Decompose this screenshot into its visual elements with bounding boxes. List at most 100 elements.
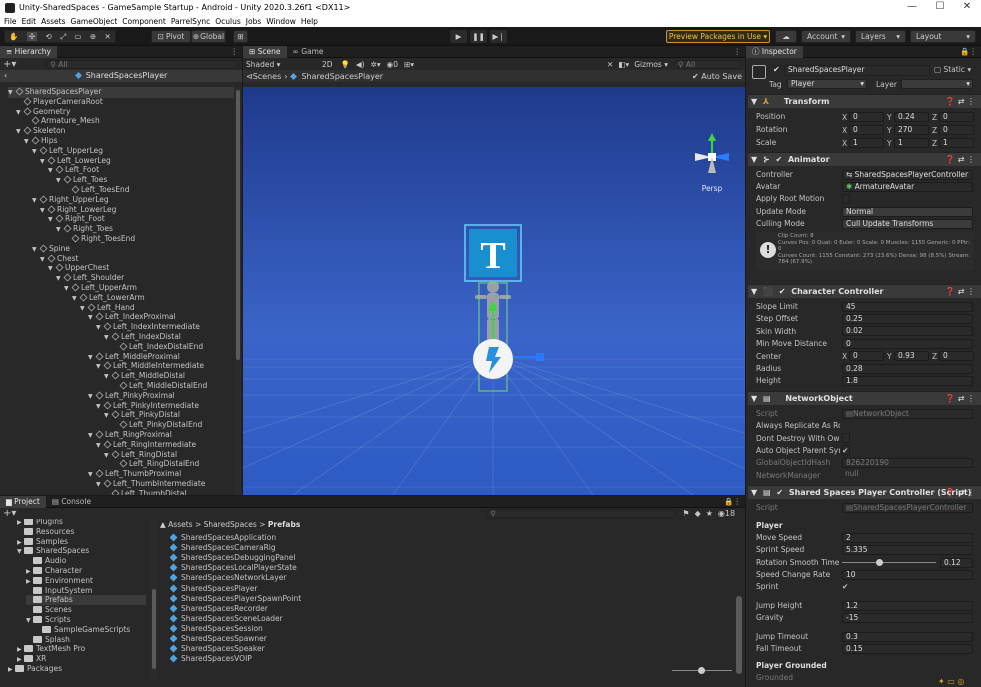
project-tree-scrollbar[interactable] (151, 519, 157, 679)
foldout-arrow-icon[interactable]: ▶ (8, 665, 15, 675)
animator-avatar-field[interactable]: ✱ ArmatureAvatar (842, 181, 973, 192)
foldout-arrow-icon[interactable]: ▼ (104, 451, 112, 461)
scene-viewport[interactable]: T Persp (243, 87, 745, 495)
favorite-icon[interactable]: ★ (706, 509, 713, 518)
hierarchy-item[interactable]: Armature_Mesh (24, 116, 100, 126)
persp-label[interactable]: Persp (702, 184, 723, 193)
sspc-move-speed-field[interactable]: 2 (842, 532, 973, 543)
breadcrumb-segment[interactable]: Prefabs (268, 520, 300, 529)
foldout-arrow-icon[interactable]: ▼ (104, 411, 112, 421)
prefab-asset-item[interactable]: SharedSpacesPlayer (170, 584, 258, 594)
hidden-packages-icon[interactable]: ◉18 (718, 509, 735, 518)
hand-tool-icon[interactable]: ✋ (9, 32, 18, 41)
filter-by-type-icon[interactable]: ⚑ (682, 509, 689, 518)
icon-size-slider-thumb[interactable] (698, 667, 705, 674)
add-icon[interactable]: +▾ (3, 508, 16, 519)
layer-dropdown[interactable]: ▾ (901, 79, 973, 89)
rect-tool-icon[interactable]: ▭ (74, 32, 81, 41)
foldout-arrow-icon[interactable]: ▼ (88, 353, 96, 363)
foldout-arrow-icon[interactable]: ▼ (40, 255, 48, 265)
transform-component-header[interactable]: ▼ ⅄ Transform ❓ ⇄ ⋮ (748, 94, 981, 108)
move-gizmo-z-arrow[interactable] (536, 353, 544, 361)
project-folder-item[interactable]: InputSystem (26, 586, 92, 596)
foldout-arrow-icon[interactable]: ▼ (96, 441, 104, 451)
sspc-gravity-field[interactable]: -15 (842, 612, 973, 623)
network-manager-field[interactable]: null (842, 470, 973, 480)
foldout-arrow-icon[interactable]: ▼ (16, 127, 24, 137)
foldout-arrow-icon[interactable]: ▼ (88, 313, 96, 323)
hierarchy-item[interactable]: Left_MiddleDistalEnd (112, 381, 207, 391)
filter-by-label-icon[interactable]: ◆ (695, 509, 701, 518)
cc-center-x-field[interactable]: 0 (849, 351, 884, 362)
project-folder-item[interactable]: SampleGameScripts (35, 625, 130, 635)
sprint-checkbox[interactable]: ✔ (842, 581, 848, 592)
menu-item-parrelsync[interactable]: ParrelSync (171, 17, 210, 26)
network-object-header[interactable]: ▼ ▤ NetworkObject ❓ ⇄ ⋮ (748, 391, 981, 405)
update-mode-dropdown[interactable]: Normal (842, 206, 973, 217)
panel-menu-icon[interactable]: ⋮ (734, 47, 742, 56)
preview-packages-button[interactable]: Preview Packages in Use ▾ (666, 30, 770, 43)
foldout-arrow-icon[interactable]: ▼ (48, 166, 56, 176)
sspc-jump-height-field[interactable]: 1.2 (842, 600, 973, 611)
always-replicate-checkbox[interactable] (842, 433, 850, 443)
breadcrumb-collapse-icon[interactable]: ▲ (160, 520, 168, 529)
effects-icon[interactable]: ✲▾ (371, 60, 381, 69)
menu-item-jobs[interactable]: Jobs (246, 17, 261, 26)
auto-parent-check-icon[interactable]: ✔ (842, 445, 848, 456)
menu-item-window[interactable]: Window (266, 17, 296, 26)
rotate-tool-icon[interactable]: ⟲ (45, 32, 51, 41)
scrollbar-thumb[interactable] (152, 589, 156, 669)
component-menu-icons[interactable]: ❓ ⇄ ⋮ (945, 392, 975, 405)
menu-item-assets[interactable]: Assets (41, 17, 65, 26)
move-tool-icon[interactable]: ✣ (26, 32, 38, 41)
component-menu-icons[interactable]: ❓ ⇄ ⋮ (945, 95, 975, 108)
minimize-icon[interactable]: — (898, 0, 926, 14)
shading-dropdown[interactable]: Shaded ▾ (246, 60, 316, 69)
hierarchy-item[interactable]: Left_PinkyDistalEnd (112, 420, 202, 430)
project-folder-item[interactable]: Scenes (26, 605, 72, 615)
object-name-input[interactable]: SharedSpacesPlayer (784, 65, 930, 76)
scene-search-input[interactable]: ⚲ All (674, 59, 742, 69)
foldout-arrow-icon[interactable]: ▼ (26, 616, 33, 626)
panel-menu-icon[interactable]: 🔒⋮ (724, 497, 741, 506)
tab-game[interactable]: ∞ Game (287, 46, 330, 58)
tools-icon[interactable]: ✕ (607, 60, 613, 69)
menu-item-component[interactable]: Component (122, 17, 166, 26)
hidden-objects-icon[interactable]: ◉0 (387, 60, 398, 69)
prefab-asset-item[interactable]: SharedSpacesApplication (170, 533, 276, 543)
status-bar-icons[interactable]: ✦ ▭ ◎ (938, 677, 964, 686)
transform-tool-icon[interactable]: ⊕ (90, 32, 96, 41)
foldout-arrow-icon[interactable]: ▼ (88, 392, 96, 402)
mode-2d-toggle[interactable]: 2D (322, 60, 333, 69)
foldout-arrow-icon[interactable]: ▼ (17, 547, 24, 557)
breadcrumb-scenes[interactable]: Scenes (253, 72, 282, 81)
cc-step-offset-field[interactable]: 0.25 (842, 313, 973, 324)
foldout-arrow-icon[interactable]: ▼ (56, 274, 64, 284)
breadcrumb-segment[interactable]: SharedSpaces (204, 520, 257, 529)
camera-icon[interactable]: ◧▾ (618, 60, 629, 69)
custom-tool-icon[interactable]: ✕ (104, 32, 110, 41)
player-controller-header[interactable]: ▼ ▤ ✔ Shared Spaces Player Controller (S… (748, 485, 981, 499)
project-folder-item[interactable]: Resources (17, 527, 74, 537)
character-controller-header[interactable]: ▼ ⬛ ✔ Character Controller ❓ ⇄ ⋮ (748, 284, 981, 298)
static-toggle[interactable]: ▢ Static ▾ (934, 65, 971, 74)
cc-height-field[interactable]: 1.8 (842, 375, 973, 386)
transform-position-x-field[interactable]: 0 (849, 111, 884, 122)
foldout-arrow-icon[interactable]: ▼ (32, 196, 40, 206)
transform-position-z-field[interactable]: 0 (939, 111, 974, 122)
transform-rotation-y-field[interactable]: 270 (894, 124, 929, 135)
foldout-arrow-icon[interactable]: ▼ (96, 362, 104, 372)
foldout-arrow-icon[interactable]: ▼ (16, 108, 24, 118)
animator-component-header[interactable]: ▼ ⊱ ✔ Animator ❓ ⇄ ⋮ (748, 152, 981, 166)
layout-dropdown[interactable]: Layout ▾ (910, 30, 976, 43)
breadcrumb-segment[interactable]: Assets (168, 520, 192, 529)
scale-tool-icon[interactable]: ⤢ (60, 32, 66, 42)
project-folder-item[interactable]: Splash (26, 635, 70, 645)
foldout-arrow-icon[interactable]: ▼ (80, 304, 88, 314)
foldout-arrow-icon[interactable]: ▼ (88, 470, 96, 480)
enabled-checkbox[interactable]: ✔ (776, 488, 783, 497)
cc-slope-limit-field[interactable]: 45 (842, 301, 973, 312)
apply-root-motion-checkbox[interactable] (842, 194, 850, 204)
foldout-arrow-icon[interactable]: ▼ (24, 137, 32, 147)
transform-position-y-field[interactable]: 0.24 (894, 111, 929, 122)
